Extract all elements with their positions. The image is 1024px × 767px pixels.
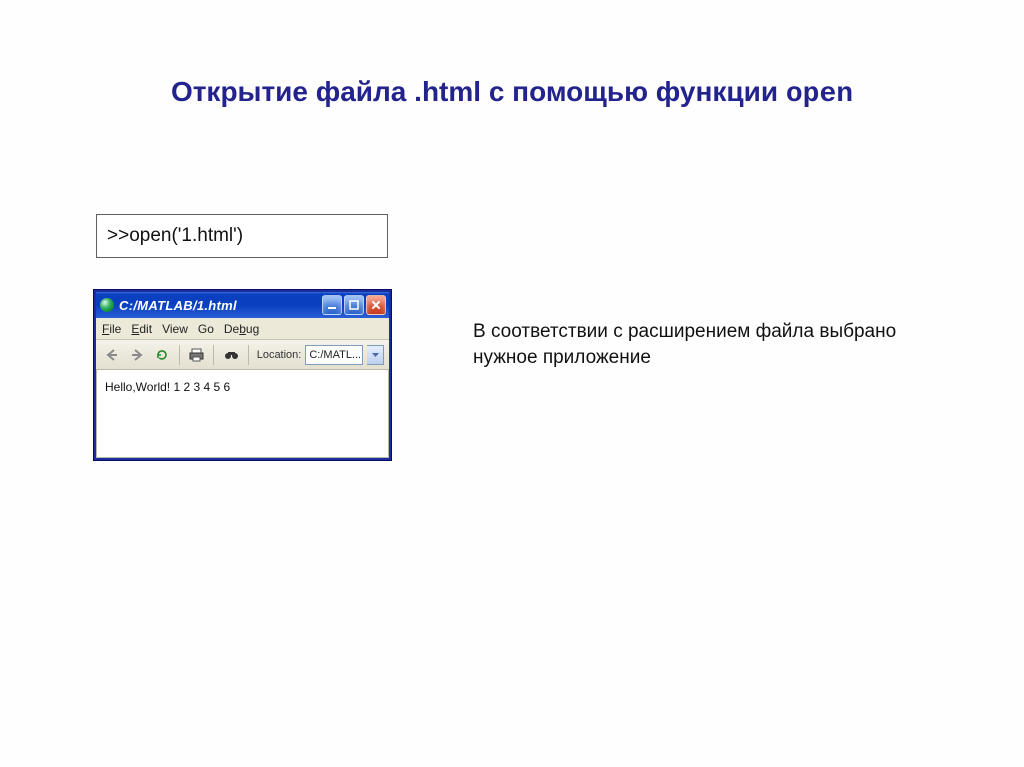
- toolbar-separator: [179, 345, 180, 365]
- print-button[interactable]: [186, 344, 207, 366]
- browser-content: Hello,World! 1 2 3 4 5 6: [96, 370, 389, 458]
- toolbar: Location: C:/MATL...: [96, 340, 389, 370]
- maximize-icon: [349, 300, 359, 310]
- minimize-icon: [327, 300, 337, 310]
- menu-go[interactable]: Go: [198, 322, 214, 336]
- toolbar-separator: [248, 345, 249, 365]
- globe-icon: [100, 298, 114, 312]
- window-titlebar: C:/MATLAB/1.html: [96, 292, 389, 318]
- forward-button[interactable]: [126, 344, 147, 366]
- slide-title-prefix: Открытие файла .html с помощью функции: [171, 76, 786, 107]
- back-button[interactable]: [101, 344, 122, 366]
- menubar: File Edit View Go Debug: [96, 318, 389, 340]
- slide-title-keyword: open: [786, 79, 853, 110]
- location-label: Location:: [257, 349, 302, 361]
- close-button[interactable]: [366, 295, 386, 315]
- location-dropdown-button[interactable]: [367, 345, 384, 365]
- maximize-button[interactable]: [344, 295, 364, 315]
- printer-icon: [189, 348, 204, 362]
- find-button[interactable]: [220, 344, 241, 366]
- menu-file[interactable]: File: [102, 322, 121, 336]
- explanation-text: В соответствии с расширением файла выбра…: [473, 319, 933, 370]
- reload-button[interactable]: [152, 344, 173, 366]
- menu-edit[interactable]: Edit: [131, 322, 152, 336]
- menu-view[interactable]: View: [162, 322, 188, 336]
- code-command: >>open('1.html'): [107, 225, 243, 247]
- reload-icon: [155, 348, 169, 362]
- location-value: C:/MATL...: [309, 349, 361, 361]
- menu-debug[interactable]: Debug: [224, 322, 259, 336]
- minimize-button[interactable]: [322, 295, 342, 315]
- page-body-text: Hello,World! 1 2 3 4 5 6: [105, 380, 230, 394]
- arrow-left-icon: [105, 348, 119, 362]
- slide-title: Открытие файла .html с помощью функции o…: [0, 76, 1024, 110]
- binoculars-icon: [224, 348, 239, 361]
- chevron-down-icon: [371, 350, 380, 359]
- close-icon: [371, 300, 381, 310]
- window-control-buttons: [322, 295, 386, 315]
- code-box: >>open('1.html'): [96, 214, 388, 258]
- location-field[interactable]: C:/MATL...: [305, 345, 363, 365]
- toolbar-separator: [213, 345, 214, 365]
- arrow-right-icon: [130, 348, 144, 362]
- window-title: C:/MATLAB/1.html: [119, 298, 317, 313]
- browser-window: C:/MATLAB/1.html File Edit View Go: [94, 290, 391, 460]
